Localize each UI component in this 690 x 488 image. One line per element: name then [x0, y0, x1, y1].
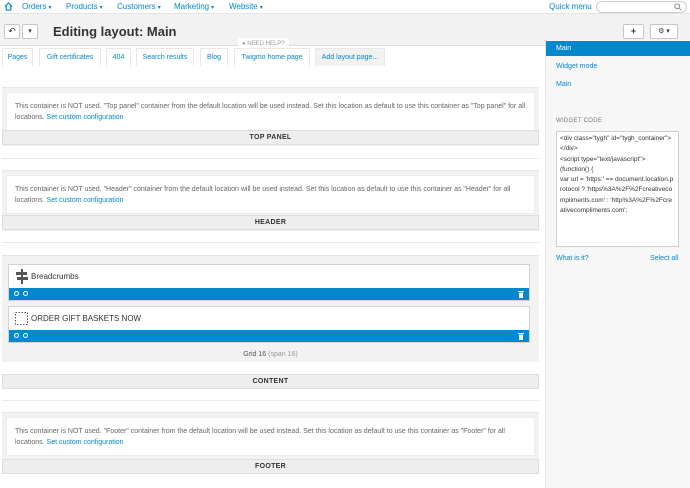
block-breadcrumbs[interactable]: Breadcrumbs [8, 264, 530, 301]
widget-code-heading: WIDGET CODE [556, 118, 603, 124]
top-panel-custom-config-link[interactable]: Set custom configuration [47, 114, 124, 121]
grid-name: Grid 16 [243, 351, 267, 358]
header-notice: This container is NOT used. "Header" con… [6, 175, 535, 214]
divider [2, 158, 539, 159]
grid-label: Grid 16 (span 16) [2, 351, 539, 358]
tab-gift-certificates[interactable]: Gift certificates [39, 48, 101, 66]
nav-customers[interactable]: Customers ▾ [117, 2, 161, 11]
block-header: ORDER GIFT BASKETS NOW [9, 307, 529, 330]
toggle-dot-icon[interactable] [23, 291, 28, 296]
chevron-down-icon: ▾ [211, 5, 215, 11]
divider [2, 242, 539, 243]
footer-custom-config-link[interactable]: Set custom configuration [47, 439, 124, 446]
home-icon[interactable] [4, 2, 13, 11]
search-icon [674, 3, 682, 11]
chevron-down-icon: ▾ [99, 5, 103, 11]
nav-orders[interactable]: Orders ▾ [22, 2, 51, 11]
settings-button[interactable]: ⚙ ▾ [650, 24, 678, 39]
sidebar-item-widget-mode[interactable]: Widget mode [546, 59, 690, 74]
grid-span: (span 16) [268, 351, 298, 358]
tab-blog[interactable]: Blog [200, 48, 228, 66]
top-panel-notice: This container is NOT used. "Top panel" … [6, 92, 535, 131]
nav-marketing[interactable]: Marketing ▾ [174, 2, 214, 11]
nav-orders-label: Orders [22, 2, 47, 11]
top-panel-label: TOP PANEL [2, 130, 539, 145]
back-button[interactable]: ↶ [4, 24, 20, 39]
chevron-down-icon: ▾ [157, 5, 161, 11]
nav-website-label: Website [229, 2, 258, 11]
nav-products-label: Products [66, 2, 98, 11]
select-all-link[interactable]: Select all [650, 255, 678, 262]
search-input[interactable] [596, 1, 687, 13]
add-button[interactable]: + [623, 24, 644, 39]
tab-twigmo-home-page[interactable]: Twigmo home page [234, 48, 310, 66]
signpost-icon [16, 269, 28, 284]
divider [2, 400, 539, 401]
trash-icon[interactable] [518, 332, 524, 340]
tab-search-results[interactable]: Search results [136, 48, 194, 66]
chevron-down-icon: ▾ [48, 5, 52, 11]
block-toolbar [9, 288, 529, 300]
footer-label: FOOTER [2, 459, 539, 474]
settings-dot-icon[interactable] [14, 333, 19, 338]
sidebar-item-main[interactable]: Main [546, 41, 690, 56]
header-label: HEADER [2, 215, 539, 230]
back-dropdown-button[interactable]: ▾ [22, 24, 38, 39]
sidebar: Main Widget mode Main WIDGET CODE <div c… [545, 40, 690, 488]
top-navigation: Orders ▾ Products ▾ Customers ▾ Marketing ▾ … [0, 0, 690, 14]
trash-icon[interactable] [518, 290, 524, 298]
layout-tabs: Pages Gift certificates 404 Search resul… [0, 46, 545, 68]
settings-dot-icon[interactable] [14, 291, 19, 296]
nav-marketing-label: Marketing [174, 2, 210, 11]
footer-notice: This container is NOT used. "Footer" con… [6, 417, 535, 456]
block-title: ORDER GIFT BASKETS NOW [31, 314, 142, 323]
toggle-dot-icon[interactable] [23, 333, 28, 338]
block-title: Breadcrumbs [31, 272, 79, 281]
what-is-it-link[interactable]: What is it? [556, 255, 589, 262]
sidebar-item-main-secondary[interactable]: Main [546, 77, 690, 92]
block-header: Breadcrumbs [9, 265, 529, 288]
header-custom-config-link[interactable]: Set custom configuration [47, 197, 124, 204]
block-order-gift-baskets[interactable]: ORDER GIFT BASKETS NOW [8, 306, 530, 343]
nav-customers-label: Customers [117, 2, 156, 11]
container-content: Breadcrumbs ORDER GIFT BASKETS NOW Grid … [2, 255, 539, 362]
layout-editor: This container is NOT used. "Top panel" … [0, 68, 545, 488]
quick-menu-link[interactable]: Quick menu [549, 2, 592, 11]
tab-pages[interactable]: Pages [2, 48, 33, 66]
nav-products[interactable]: Products ▾ [66, 2, 103, 11]
dotted-square-icon [15, 312, 28, 325]
chevron-down-icon: ▾ [259, 5, 263, 11]
tab-add-layout-page[interactable]: Add layout page... [315, 48, 385, 66]
content-label: CONTENT [2, 374, 539, 389]
tab-404[interactable]: 404 [106, 48, 131, 66]
widget-code-textarea[interactable]: <div class="tygh" id="tygh_container"> <… [556, 131, 679, 247]
nav-website[interactable]: Website ▾ [229, 2, 263, 11]
page-title: Editing layout: Main [53, 24, 177, 39]
block-toolbar [9, 330, 529, 342]
